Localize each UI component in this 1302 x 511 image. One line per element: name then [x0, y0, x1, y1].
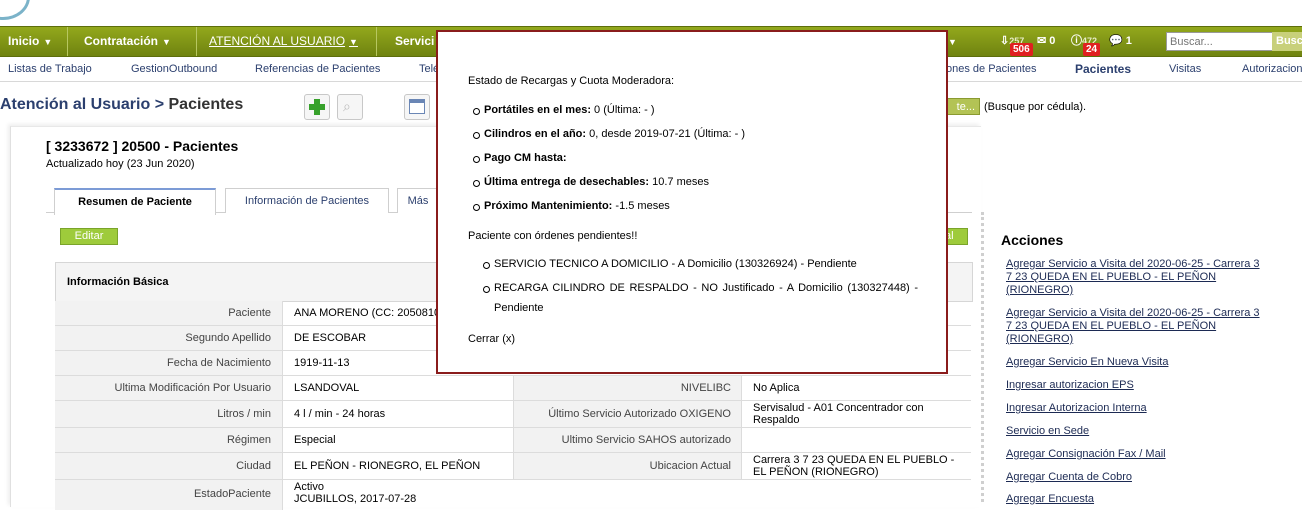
submenu-listas-trabajo[interactable]: Listas de Trabajo [8, 63, 92, 75]
column-divider [981, 212, 984, 502]
alert-icon: ⓘ [1071, 35, 1082, 47]
acciones-title: Acciones [1001, 232, 1064, 248]
action-add-service-visit[interactable]: Agregar Servicio a Visita del 2020-06-25… [1006, 307, 1260, 346]
menu-contratacion[interactable]: Contratación ▼ [68, 27, 197, 56]
chat-notification[interactable]: 💬 1 [1109, 32, 1132, 52]
download-icon: ⇩ [1000, 35, 1010, 47]
search-button[interactable]: Busc [1272, 32, 1302, 51]
row-value: 4 l / min - 24 horas [294, 408, 386, 420]
chevron-down-icon: ▼ [43, 37, 53, 47]
pending-orders-heading: Paciente con órdenes pendientes!! [468, 230, 638, 242]
table-row: Ciudad EL PEÑON - RIONEGRO, EL PEÑON Ubi… [55, 453, 971, 480]
action-add-invoice[interactable]: Agregar Cuenta de Cobro [1006, 471, 1260, 484]
recharge-status-modal: Estado de Recargas y Cuota Moderadora: P… [436, 30, 948, 374]
row-value-secondary [753, 428, 967, 452]
pending-order-item: SERVICIO TECNICO A DOMICILIO - A Domicil… [483, 254, 918, 274]
submenu-autorizaciones[interactable]: Autorizacion [1242, 63, 1302, 75]
add-patient-button[interactable] [304, 94, 330, 120]
table-row: Litros / min 4 l / min - 24 horas Último… [55, 401, 971, 428]
row-label: Litros / min [55, 401, 283, 427]
submenu-visitas[interactable]: Visitas [1169, 63, 1201, 75]
alerts-notification[interactable]: ⓘ472 24 [1071, 32, 1101, 56]
row-value: Activo JCUBILLOS, 2017-07-28 [294, 480, 512, 511]
list-item: Portátiles en el mes: 0 (Última: - ) [473, 104, 655, 116]
row-label: EstadoPaciente [55, 480, 283, 510]
table-row: Ultima Modificación Por Usuario LSANDOVA… [55, 376, 971, 401]
breadcrumb-parent[interactable]: Atención al Usuario [0, 96, 150, 113]
row-label: Paciente [55, 301, 283, 325]
row-value-secondary: No Aplica [753, 382, 800, 394]
status-extra: JCUBILLOS, 2017-07-28 [294, 493, 417, 505]
downloads-notification[interactable]: ⇩257 506 [1000, 32, 1033, 56]
search-patient-button[interactable]: ⌕ [337, 94, 363, 120]
plus-icon [309, 99, 325, 115]
tab-mas[interactable]: Más [397, 188, 438, 213]
action-internal-authorization[interactable]: Ingresar Autorizacion Interna [1006, 402, 1260, 415]
row-label: Ultima Modificación Por Usuario [55, 376, 283, 400]
chevron-down-icon: ▼ [948, 37, 957, 47]
chat-icon: 💬 [1109, 35, 1123, 47]
row-label: Segundo Apellido [55, 326, 283, 350]
row-value: EL PEÑON - RIONEGRO, EL PEÑON [294, 460, 481, 472]
inbox-notification[interactable]: ✉ 0 [1037, 32, 1055, 52]
submenu-relaciones-pacientes[interactable]: ones de Pacientes [946, 63, 1037, 75]
action-add-service-visit[interactable]: Agregar Servicio a Visita del 2020-06-25… [1006, 258, 1260, 297]
submenu-pacientes[interactable]: Pacientes [1075, 62, 1131, 76]
table-row: EstadoPaciente Activo JCUBILLOS, 2017-07… [55, 480, 971, 510]
status-value: Activo [294, 481, 324, 493]
record-title: [ 3233672 ] 20500 - Pacientes [46, 138, 239, 154]
section-title: Información Básica [67, 276, 169, 288]
submenu-gestion-outbound[interactable]: GestionOutbound [131, 63, 217, 75]
edit-button[interactable]: Editar [60, 228, 118, 245]
row-label-secondary: Último Servicio Autorizado OXIGENO [513, 401, 742, 427]
inbox-icon: ✉ [1037, 35, 1047, 47]
breadcrumb: Atención al Usuario > Pacientes [0, 96, 243, 114]
row-label-secondary: Ultimo Servicio SAHOS autorizado [513, 428, 742, 452]
row-value: Especial [294, 434, 336, 446]
chevron-down-icon: ▼ [349, 37, 358, 47]
table-row: Régimen Especial Ultimo Servicio SAHOS a… [55, 428, 971, 453]
row-label: Fecha de Nacimiento [55, 351, 283, 375]
tab-resumen-paciente[interactable]: Resumen de Paciente [54, 188, 216, 215]
submenu-referencias-pacientes[interactable]: Referencias de Pacientes [255, 63, 380, 75]
row-value: LSANDOVAL [294, 382, 360, 394]
action-add-fax-mail[interactable]: Agregar Consignación Fax / Mail [1006, 448, 1260, 461]
calendar-button[interactable] [404, 94, 430, 120]
action-add-service-new-visit[interactable]: Agregar Servicio En Nueva Visita [1006, 356, 1260, 369]
modal-heading: Estado de Recargas y Cuota Moderadora: [468, 75, 675, 87]
search-hint: (Busque por cédula). [984, 101, 1087, 113]
page-title: Pacientes [168, 96, 244, 113]
record-updated: Actualizado hoy (23 Jun 2020) [46, 158, 195, 170]
row-label-secondary: Ubicacion Actual [513, 453, 742, 479]
menu-atencion-usuario[interactable]: ATENCIÓN AL USUARIO ▼ [196, 27, 377, 56]
action-eps-authorization[interactable]: Ingresar autorizacion EPS [1006, 379, 1260, 392]
calendar-icon [409, 99, 425, 114]
list-item: Pago CM hasta: [473, 152, 567, 164]
row-value-secondary: Servisalud - A01 Concentrador con Respal… [753, 402, 924, 426]
row-label: Ciudad [55, 453, 283, 479]
downloads-badge: 506 [1010, 43, 1033, 56]
chevron-down-icon: ▼ [162, 37, 171, 47]
logo [0, 0, 30, 20]
close-modal-link[interactable]: Cerrar (x) [468, 333, 515, 345]
breadcrumb-separator: > [154, 96, 165, 113]
alerts-badge: 24 [1083, 43, 1101, 56]
list-item: Próximo Mantenimiento: -1.5 meses [473, 200, 670, 212]
list-item: Cilindros en el año: 0, desde 2019-07-21… [472, 128, 746, 140]
action-service-at-site[interactable]: Servicio en Sede [1006, 425, 1260, 438]
pending-order-item: RECARGA CILINDRO DE RESPALDO - NO Justif… [483, 278, 918, 318]
magnifier-icon: ⌕ [343, 98, 351, 114]
row-label: Régimen [55, 428, 283, 452]
row-value-secondary: Carrera 3 7 23 QUEDA EN EL PUEBLO - EL P… [753, 454, 955, 478]
search-input[interactable] [1166, 32, 1278, 51]
row-label-secondary: NIVELIBC [513, 376, 742, 400]
menu-inicio[interactable]: Inicio ▼ [0, 27, 68, 56]
list-item: Última entrega de desechables: 10.7 mese… [473, 176, 709, 188]
tab-informacion-pacientes[interactable]: Información de Pacientes [225, 188, 389, 213]
